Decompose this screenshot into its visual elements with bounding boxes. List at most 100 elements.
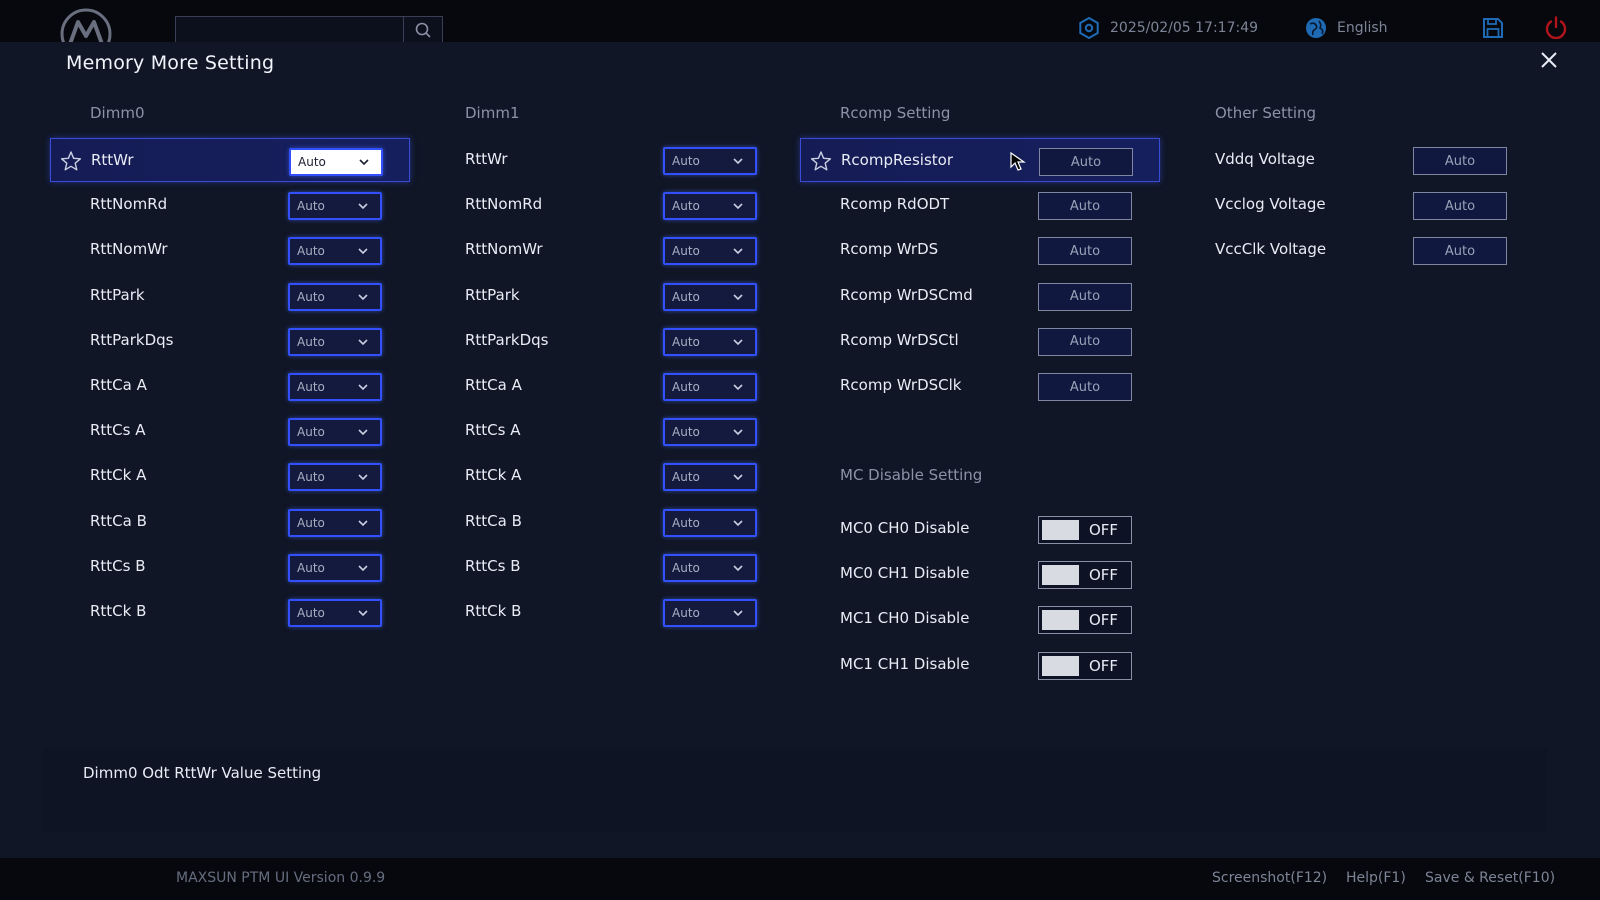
dropdown-value: Auto	[672, 606, 700, 620]
dimm0-setting-row[interactable]: RttNomRd Auto	[50, 183, 410, 227]
mc_disable-setting-row[interactable]: MC1 CH1 Disable OFF	[800, 643, 1160, 687]
dimm1-setting-row[interactable]: RttParkDqs Auto	[425, 319, 785, 363]
setting-label: RttCa A	[90, 376, 147, 394]
value-button[interactable]: Auto	[1038, 282, 1132, 311]
power-button[interactable]	[1544, 16, 1568, 40]
button-value: Auto	[1070, 154, 1102, 170]
dropdown-value: Auto	[297, 470, 325, 485]
disable-toggle[interactable]: OFF	[1038, 516, 1132, 544]
dimm0-setting-row[interactable]: RttCk A Auto	[50, 454, 410, 498]
setting-label: Rcomp WrDSCmd	[840, 285, 973, 304]
value-button[interactable]: Auto	[1413, 147, 1507, 175]
dimm1-setting-row[interactable]: RttCs A Auto	[425, 409, 785, 453]
value-button[interactable]: Auto	[1413, 237, 1507, 266]
dropdown-value: Auto	[297, 244, 325, 259]
dimm0-setting-row[interactable]: RttNomWr Auto	[50, 228, 410, 272]
dimm1-setting-row[interactable]: RttCa A Auto	[425, 364, 785, 408]
value-button[interactable]: Auto	[1038, 237, 1132, 266]
button-value: Auto	[1069, 379, 1101, 395]
dimm1-setting-row[interactable]: RttPark Auto	[425, 274, 785, 318]
mc-disable-header: MC Disable Setting	[840, 466, 983, 484]
dimm1-setting-row[interactable]: RttWr Auto	[425, 138, 785, 182]
value-dropdown[interactable]: Auto	[663, 373, 757, 401]
value-dropdown[interactable]: Auto	[663, 147, 757, 175]
favorite-star-icon[interactable]	[810, 150, 832, 172]
rcomp-setting-row[interactable]: Rcomp WrDSCmd Auto	[800, 274, 1160, 318]
rcomp-setting-row[interactable]: Rcomp WrDSClk Auto	[800, 364, 1160, 408]
mc_disable-setting-row[interactable]: MC0 CH1 Disable OFF	[800, 552, 1160, 596]
chevron-down-icon	[358, 384, 368, 391]
dimm1-setting-row[interactable]: RttCk B Auto	[425, 590, 785, 634]
dimm0-setting-row[interactable]: RttCa B Auto	[50, 500, 410, 544]
save-button[interactable]	[1482, 16, 1504, 40]
other-setting-row[interactable]: Vcclog Voltage Auto	[1175, 183, 1535, 227]
dimm0-setting-row[interactable]: RttCs B Auto	[50, 545, 410, 589]
value-dropdown[interactable]: Auto	[288, 599, 382, 627]
value-dropdown[interactable]: Auto	[288, 192, 382, 221]
save-reset-button[interactable]: Save & Reset(F10)	[1425, 870, 1555, 886]
dimm1-header: Dimm1	[465, 104, 520, 122]
value-button[interactable]: Auto	[1039, 148, 1133, 176]
dropdown-value: Auto	[298, 155, 326, 169]
rcomp-setting-row[interactable]: Rcomp WrDS Auto	[800, 228, 1160, 272]
setting-label: RttPark	[90, 285, 145, 304]
value-button[interactable]: Auto	[1038, 373, 1132, 401]
close-button[interactable]	[1535, 46, 1563, 74]
other-setting-row[interactable]: VccClk Voltage Auto	[1175, 228, 1535, 272]
value-dropdown[interactable]: Auto	[663, 418, 757, 447]
value-dropdown[interactable]: Auto	[663, 599, 757, 627]
value-dropdown[interactable]: Auto	[288, 553, 382, 582]
value-dropdown[interactable]: Auto	[288, 508, 382, 537]
value-dropdown[interactable]: Auto	[663, 508, 757, 537]
value-dropdown[interactable]: Auto	[288, 373, 382, 401]
value-dropdown[interactable]: Auto	[288, 463, 382, 492]
disable-toggle[interactable]: OFF	[1038, 651, 1132, 680]
value-dropdown[interactable]: Auto	[663, 282, 757, 311]
dimm0-setting-row[interactable]: RttCs A Auto	[50, 409, 410, 453]
disable-toggle[interactable]: OFF	[1038, 561, 1132, 590]
value-dropdown[interactable]: Auto	[288, 282, 382, 311]
dimm1-setting-row[interactable]: RttNomRd Auto	[425, 183, 785, 227]
dimm0-setting-row[interactable]: RttCa A Auto	[50, 364, 410, 408]
datetime-display[interactable]: 2025/02/05 17:17:49	[1078, 16, 1258, 40]
rcomp-setting-row[interactable]: Rcomp RdODT Auto	[800, 183, 1160, 227]
dimm0-setting-row[interactable]: RttCk B Auto	[50, 590, 410, 634]
dropdown-value: Auto	[672, 560, 700, 575]
setting-label: RttCs B	[90, 556, 146, 575]
dimm1-setting-row[interactable]: RttCk A Auto	[425, 454, 785, 498]
value-dropdown[interactable]: Auto	[663, 237, 757, 266]
value-dropdown[interactable]: Auto	[288, 327, 382, 356]
disable-toggle[interactable]: OFF	[1038, 606, 1132, 635]
value-dropdown[interactable]: Auto	[288, 418, 382, 447]
rcomp-setting-row[interactable]: Rcomp WrDSCtl Auto	[800, 319, 1160, 363]
value-dropdown[interactable]: Auto	[288, 237, 382, 266]
rcomp-setting-row[interactable]: RcompResistor Auto	[800, 138, 1160, 182]
dimm0-setting-row[interactable]: RttPark Auto	[50, 274, 410, 318]
save-icon	[1483, 18, 1503, 38]
dimm0-setting-row[interactable]: RttParkDqs Auto	[50, 319, 410, 363]
mc_disable-setting-row[interactable]: MC1 CH0 Disable OFF	[800, 597, 1160, 641]
value-dropdown[interactable]: Auto	[289, 148, 383, 176]
dimm1-setting-row[interactable]: RttCs B Auto	[425, 545, 785, 589]
search-button[interactable]	[403, 16, 443, 42]
setting-label: RttCa A	[465, 376, 522, 394]
dimm0-setting-row[interactable]: RttWr Auto	[50, 138, 410, 182]
value-dropdown[interactable]: Auto	[663, 327, 757, 356]
memory-more-setting-dialog: Memory More Setting Dimm0 Dimm1 Rcomp Se…	[0, 42, 1600, 858]
language-selector[interactable]: English	[1305, 16, 1388, 40]
other-setting-row[interactable]: Vddq Voltage Auto	[1175, 138, 1535, 182]
search-input[interactable]	[175, 16, 405, 42]
favorite-star-icon[interactable]	[60, 150, 82, 172]
setting-label: RcompResistor	[841, 151, 953, 169]
value-dropdown[interactable]: Auto	[663, 553, 757, 582]
help-button[interactable]: Help(F1)	[1346, 870, 1406, 886]
mc_disable-setting-row[interactable]: MC0 CH0 Disable OFF	[800, 507, 1160, 551]
value-dropdown[interactable]: Auto	[663, 192, 757, 221]
value-button[interactable]: Auto	[1038, 192, 1132, 221]
value-button[interactable]: Auto	[1038, 327, 1132, 356]
screenshot-button[interactable]: Screenshot(F12)	[1212, 870, 1327, 886]
dimm1-setting-row[interactable]: RttNomWr Auto	[425, 228, 785, 272]
value-dropdown[interactable]: Auto	[663, 463, 757, 492]
value-button[interactable]: Auto	[1413, 192, 1507, 221]
dimm1-setting-row[interactable]: RttCa B Auto	[425, 500, 785, 544]
